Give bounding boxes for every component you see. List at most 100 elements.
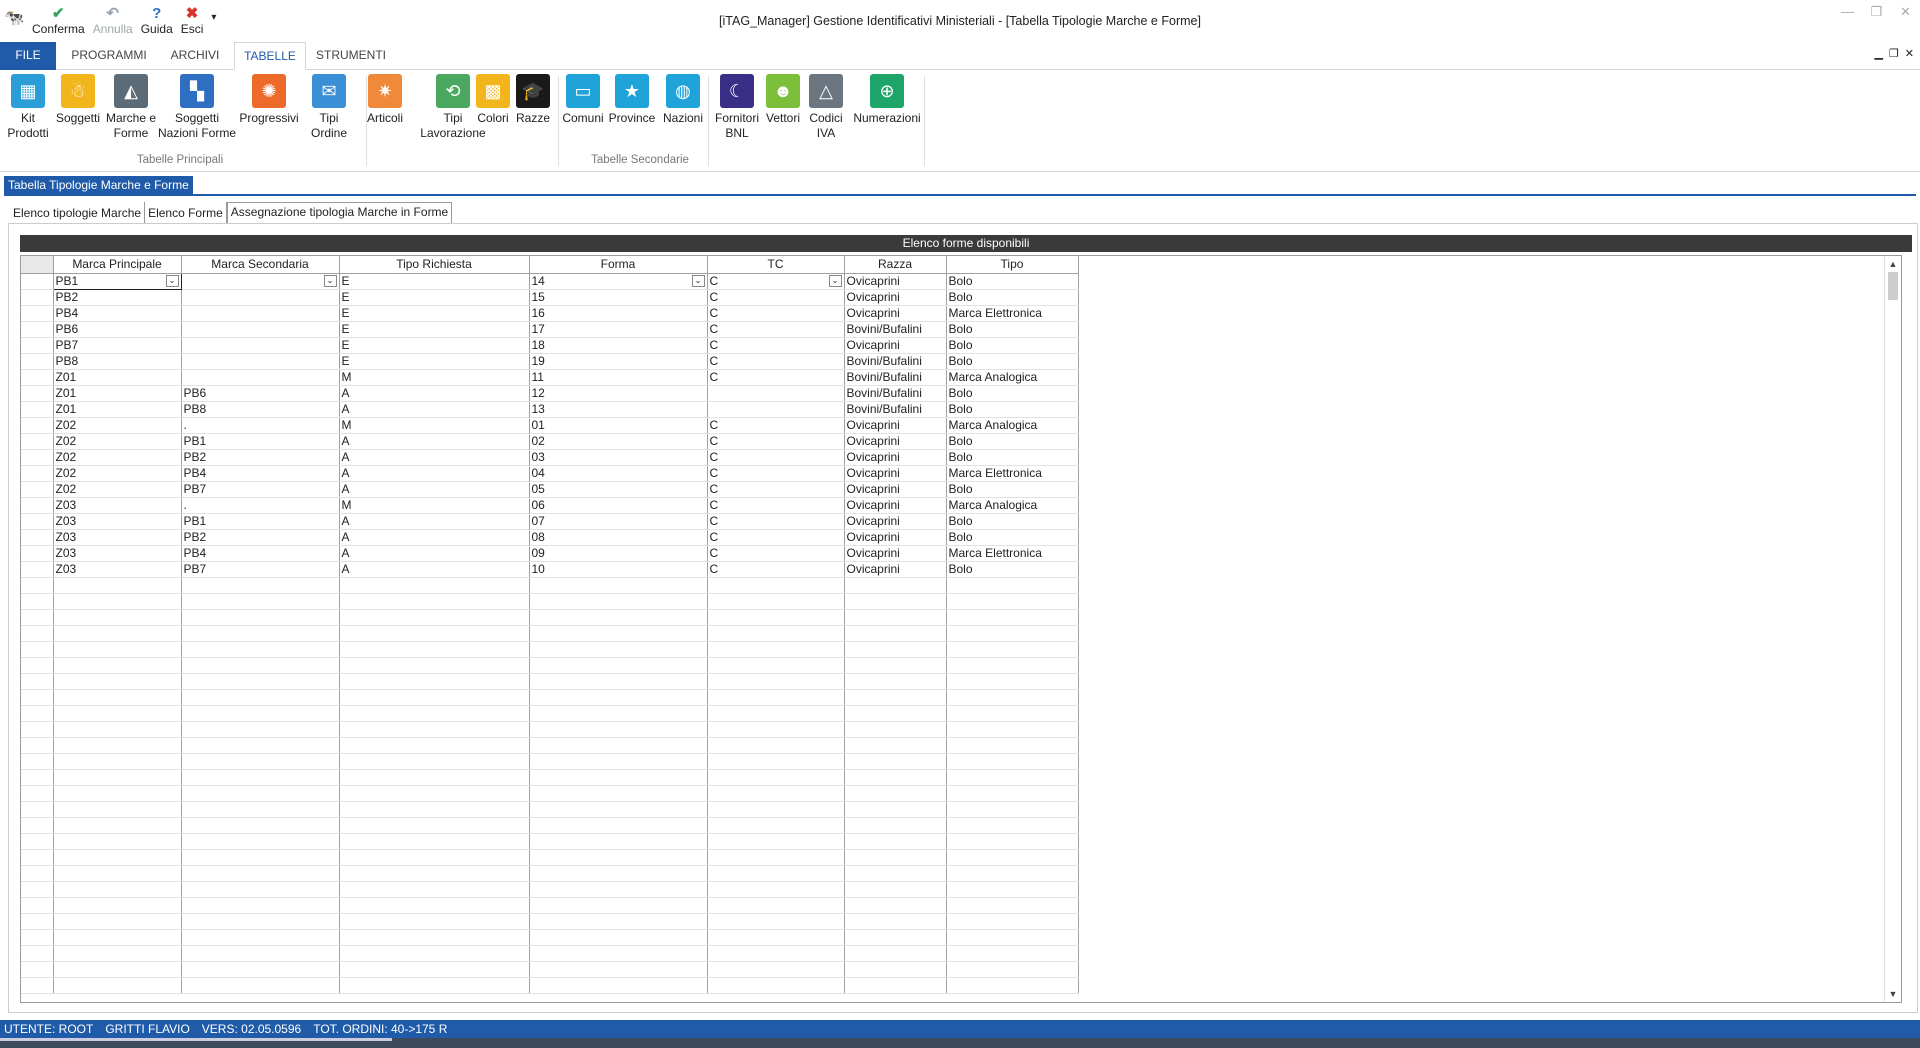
table-cell[interactable]: 04	[529, 465, 708, 482]
table-cell[interactable]	[181, 721, 340, 738]
row-header[interactable]	[21, 913, 54, 930]
table-row[interactable]: Z01 PB8 A 13 Bovini/Bufalini Bolo	[21, 401, 1079, 418]
table-cell[interactable]: Bolo	[946, 321, 1079, 338]
table-cell[interactable]: Ovicaprini	[844, 337, 947, 354]
table-cell[interactable]: 19	[529, 353, 708, 370]
table-cell[interactable]	[946, 849, 1079, 866]
mdi-restore-icon[interactable]: ❐	[1889, 47, 1899, 60]
table-cell[interactable]	[529, 689, 708, 706]
table-cell[interactable]: C	[707, 321, 845, 338]
table-cell[interactable]	[946, 929, 1079, 946]
table-cell[interactable]	[946, 769, 1079, 786]
table-cell[interactable]	[53, 657, 182, 674]
table-cell[interactable]: C ⌄	[707, 273, 845, 290]
empty-row[interactable]	[21, 689, 1079, 706]
empty-row[interactable]	[21, 961, 1079, 978]
table-cell[interactable]: Bolo	[946, 481, 1079, 498]
empty-row[interactable]	[21, 977, 1079, 994]
table-cell[interactable]	[946, 753, 1079, 770]
close-window-icon[interactable]: ✕	[1891, 4, 1920, 20]
table-cell[interactable]	[339, 641, 530, 658]
ribbon-android-button[interactable]: ☻ Vettori	[762, 74, 804, 126]
table-cell[interactable]	[707, 897, 845, 914]
table-cell[interactable]	[339, 801, 530, 818]
table-cell[interactable]: Ovicaprini	[844, 513, 947, 530]
table-cell[interactable]	[529, 849, 708, 866]
empty-row[interactable]	[21, 929, 1079, 946]
table-cell[interactable]	[707, 753, 845, 770]
table-cell[interactable]	[529, 769, 708, 786]
table-cell[interactable]	[946, 977, 1079, 994]
empty-row[interactable]	[21, 737, 1079, 754]
empty-row[interactable]	[21, 849, 1079, 866]
empty-row[interactable]	[21, 657, 1079, 674]
table-cell[interactable]: Bolo	[946, 273, 1079, 290]
table-cell[interactable]	[181, 337, 340, 354]
table-cell[interactable]	[181, 753, 340, 770]
column-header[interactable]: Tipo Richiesta	[339, 256, 530, 274]
table-cell[interactable]: PB7	[181, 561, 340, 578]
table-cell[interactable]	[946, 625, 1079, 642]
table-cell[interactable]: 09	[529, 545, 708, 562]
row-header[interactable]	[21, 609, 54, 626]
ribbon-numbers-button[interactable]: ⊕ Numerazioni	[846, 74, 928, 126]
table-cell[interactable]: PB7	[181, 481, 340, 498]
table-cell[interactable]	[339, 769, 530, 786]
table-cell[interactable]: C	[707, 369, 845, 386]
table-cell[interactable]	[946, 689, 1079, 706]
table-cell[interactable]: Z01	[53, 401, 182, 418]
table-cell[interactable]	[844, 913, 947, 930]
row-header[interactable]	[21, 705, 54, 722]
row-header[interactable]	[21, 513, 54, 530]
table-cell[interactable]: 11	[529, 369, 708, 386]
row-header[interactable]	[21, 417, 54, 434]
table-cell[interactable]	[339, 817, 530, 834]
dropdown-arrow-icon[interactable]: ⌄	[323, 274, 337, 287]
row-header[interactable]	[21, 401, 54, 418]
empty-row[interactable]	[21, 833, 1079, 850]
table-cell[interactable]	[53, 673, 182, 690]
column-header[interactable]: Razza	[844, 256, 947, 274]
table-cell[interactable]	[529, 577, 708, 594]
empty-row[interactable]	[21, 785, 1079, 802]
table-cell[interactable]	[844, 577, 947, 594]
empty-row[interactable]	[21, 673, 1079, 690]
table-cell[interactable]	[529, 881, 708, 898]
empty-row[interactable]	[21, 721, 1079, 738]
table-cell[interactable]	[707, 865, 845, 882]
table-cell[interactable]: 07	[529, 513, 708, 530]
table-cell[interactable]: Marca Elettronica	[946, 465, 1079, 482]
table-cell[interactable]: ⌄	[181, 273, 340, 290]
table-row[interactable]: PB8 E 19 C Bovini/Bufalini Bolo	[21, 353, 1079, 370]
table-cell[interactable]: Ovicaprini	[844, 449, 947, 466]
table-cell[interactable]: Z03	[53, 513, 182, 530]
table-cell[interactable]	[181, 289, 340, 306]
table-cell[interactable]	[707, 689, 845, 706]
table-cell[interactable]: PB8	[53, 353, 182, 370]
table-cell[interactable]	[53, 913, 182, 930]
table-cell[interactable]: PB2	[53, 289, 182, 306]
table-cell[interactable]	[53, 977, 182, 994]
table-cell[interactable]: A	[339, 401, 530, 418]
table-cell[interactable]: C	[707, 497, 845, 514]
table-cell[interactable]	[339, 737, 530, 754]
mdi-close-icon[interactable]: ✕	[1905, 47, 1914, 60]
empty-row[interactable]	[21, 769, 1079, 786]
empty-row[interactable]	[21, 577, 1079, 594]
table-cell[interactable]: M	[339, 417, 530, 434]
table-cell[interactable]	[53, 865, 182, 882]
table-cell[interactable]: PB6	[181, 385, 340, 402]
table-row[interactable]: Z02 PB2 A 03 C Ovicaprini Bolo	[21, 449, 1079, 466]
table-cell[interactable]	[181, 929, 340, 946]
table-cell[interactable]: Z01	[53, 369, 182, 386]
table-cell[interactable]	[844, 817, 947, 834]
column-header[interactable]: Tipo	[946, 256, 1079, 274]
empty-row[interactable]	[21, 705, 1079, 722]
table-cell[interactable]	[339, 705, 530, 722]
table-cell[interactable]	[707, 385, 845, 402]
subtab-0[interactable]: Elenco tipologie Marche	[10, 202, 146, 224]
empty-row[interactable]	[21, 609, 1079, 626]
table-cell[interactable]: .	[181, 417, 340, 434]
table-cell[interactable]: C	[707, 465, 845, 482]
table-cell[interactable]	[707, 961, 845, 978]
